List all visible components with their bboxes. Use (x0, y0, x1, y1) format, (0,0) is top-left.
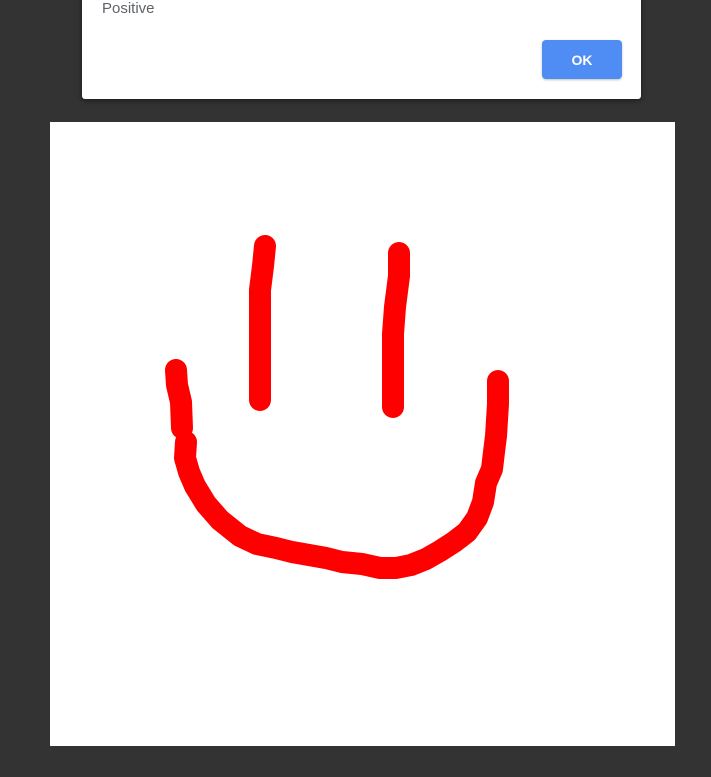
left-cheek-stroke (165, 359, 193, 439)
drawing-canvas[interactable] (50, 122, 675, 746)
left-eye-stroke (249, 235, 276, 411)
ok-button[interactable]: OK (542, 40, 622, 79)
alert-dialog: Positive OK (82, 0, 641, 99)
right-eye-stroke (382, 242, 410, 418)
alert-message: Positive (102, 0, 155, 17)
smile-curve-stroke (174, 370, 509, 579)
smiley-drawing (165, 235, 509, 579)
